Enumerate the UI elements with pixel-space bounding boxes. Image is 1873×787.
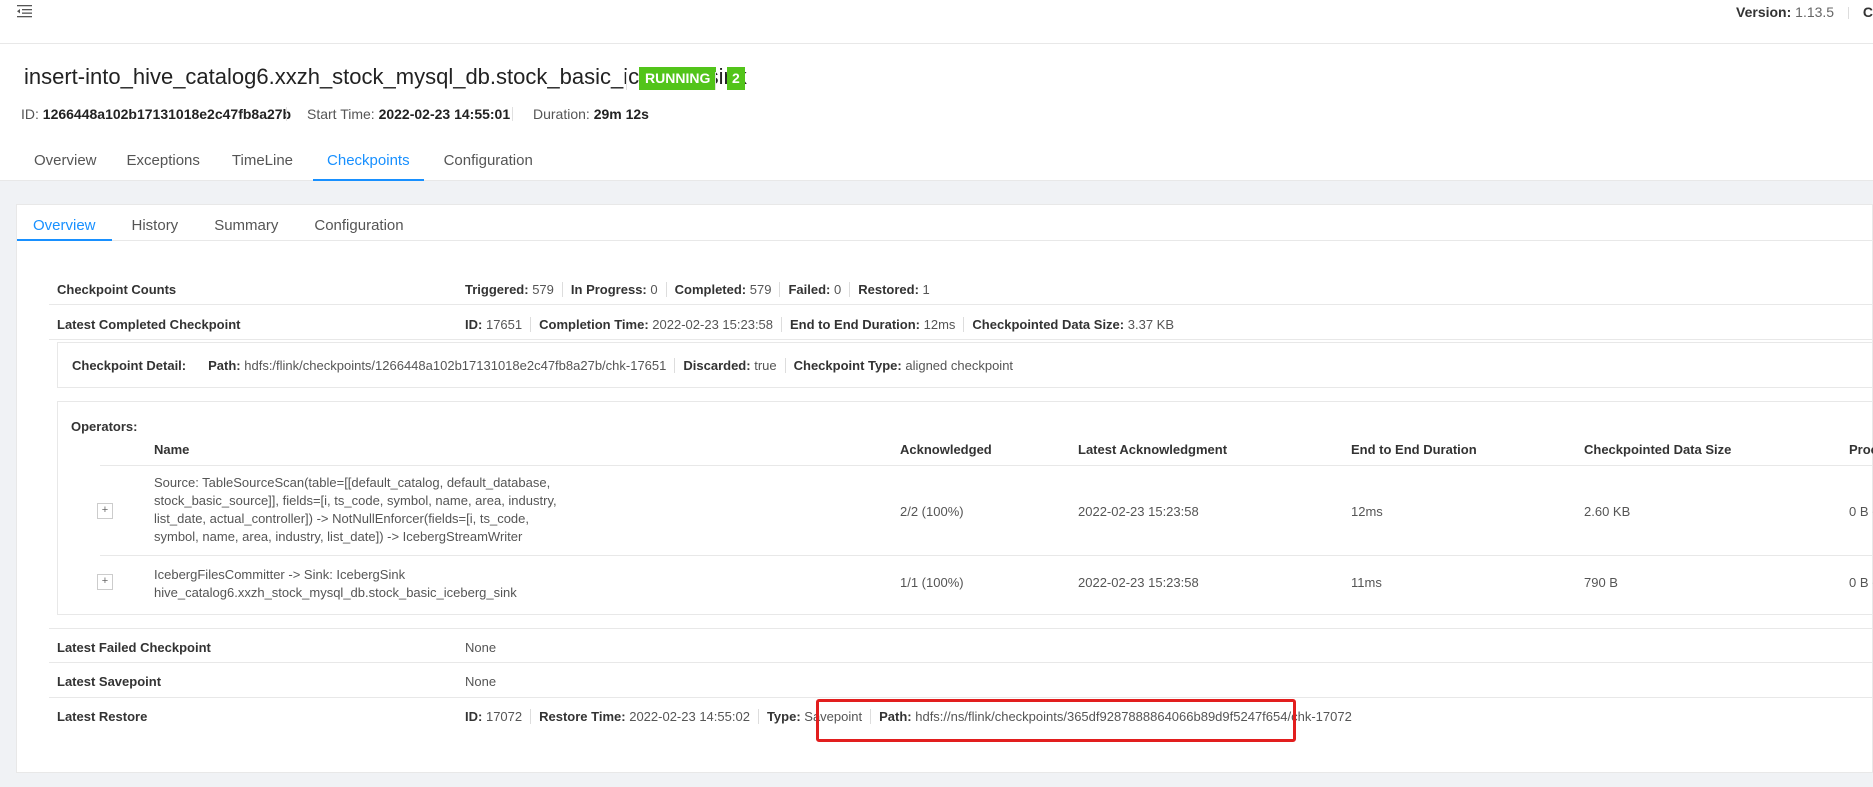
operator-processed: 0 B (0 B <box>1849 504 1873 519</box>
operator-data-size: 2.60 KB <box>1584 504 1631 519</box>
checkpoint-counts-values: Triggered: 579 In Progress: 0 Completed:… <box>465 282 938 297</box>
checkpoint-counts-row: Checkpoint Counts Triggered: 579 In Prog… <box>49 270 1873 305</box>
col-processed: Proces <box>1849 442 1873 457</box>
expand-row-button[interactable]: + <box>97 503 113 519</box>
col-data-size: Checkpointed Data Size <box>1584 442 1732 457</box>
operator-latest-ack: 2022-02-23 15:23:58 <box>1078 504 1199 519</box>
subtab-history[interactable]: History <box>116 205 195 241</box>
version-label: Version: <box>1736 4 1792 20</box>
operator-acknowledged: 2/2 (100%) <box>900 504 964 519</box>
tab-overview[interactable]: Overview <box>24 150 107 181</box>
subtab-overview[interactable]: Overview <box>17 205 112 241</box>
operator-duration: 12ms <box>1351 504 1383 519</box>
job-start-time: Start Time: 2022-02-23 14:55:01 <box>307 106 511 122</box>
menu-fold-icon[interactable] <box>16 2 33 19</box>
subtab-configuration[interactable]: Configuration <box>298 205 419 241</box>
operator-name: Source: TableSourceScan(table=[[default_… <box>154 475 557 544</box>
tab-exceptions[interactable]: Exceptions <box>115 150 212 181</box>
job-header: insert-into_hive_catalog6.xxzh_stock_mys… <box>0 44 1873 181</box>
latest-savepoint-row: Latest Savepoint None <box>49 663 1873 698</box>
latest-completed-row: Latest Completed Checkpoint ID: 17651 Co… <box>49 305 1873 340</box>
latest-savepoint-label: Latest Savepoint <box>57 674 162 689</box>
latest-failed-value: None <box>465 640 497 655</box>
version-info: Version: 1.13.5 C <box>1736 4 1873 20</box>
expand-row-button[interactable]: + <box>97 574 113 590</box>
col-e2e-duration: End to End Duration <box>1351 442 1477 457</box>
checkpoint-detail-path: hdfs:/flink/checkpoints/1266448a102b1713… <box>244 358 667 373</box>
latest-savepoint-value: None <box>465 674 497 689</box>
checkpoint-subtabs: Overview History Summary Configuration <box>17 205 1873 241</box>
operator-name: IcebergFilesCommitter -> Sink: IcebergSi… <box>154 567 517 600</box>
checkpoint-detail-box: Checkpoint Detail: Path: hdfs:/flink/che… <box>57 342 1873 388</box>
status-badge: RUNNING <box>639 67 717 90</box>
checkpoint-detail-label: Checkpoint Detail: <box>72 358 187 373</box>
tab-timeline[interactable]: TimeLine <box>220 150 305 181</box>
job-duration: Duration: 29m 12s <box>533 106 649 122</box>
latest-completed-label: Latest Completed Checkpoint <box>57 317 241 332</box>
operator-processed: 0 B (0 B <box>1849 575 1873 590</box>
operators-label: Operators: <box>71 419 138 434</box>
annotation-highlight-box <box>816 699 1296 742</box>
col-latest-ack: Latest Acknowledgment <box>1078 442 1228 457</box>
col-name: Name <box>154 442 190 457</box>
operator-duration: 11ms <box>1351 575 1382 590</box>
col-acknowledged: Acknowledged <box>900 442 992 457</box>
subtab-summary[interactable]: Summary <box>198 205 294 241</box>
job-id: ID: 1266448a102b17131018e2c47fb8a27b <box>21 106 292 122</box>
checkpoint-counts-label: Checkpoint Counts <box>57 282 177 297</box>
latest-completed-values: ID: 17651 Completion Time: 2022-02-23 15… <box>465 317 1182 332</box>
top-bar: Version: 1.13.5 C <box>0 0 1873 44</box>
parallelism-badge: 2 <box>727 67 745 90</box>
tab-checkpoints[interactable]: Checkpoints <box>313 150 424 181</box>
operators-box: Operators: Name Acknowledged Latest Ackn… <box>57 401 1873 615</box>
tab-configuration[interactable]: Configuration <box>432 150 545 181</box>
version-value: 1.13.5 <box>1795 4 1835 20</box>
latest-failed-row: Latest Failed Checkpoint None <box>49 628 1873 663</box>
latest-restore-label: Latest Restore <box>57 709 148 724</box>
operator-latest-ack: 2022-02-23 15:23:58 <box>1078 575 1199 590</box>
checkpoints-card: Overview History Summary Configuration C… <box>16 204 1873 773</box>
job-tabs: Overview Exceptions TimeLine Checkpoints… <box>24 150 553 181</box>
version-trailing: C <box>1862 4 1873 20</box>
operator-data-size: 790 B <box>1584 575 1618 590</box>
latest-failed-label: Latest Failed Checkpoint <box>57 640 211 655</box>
operator-acknowledged: 1/1 (100%) <box>900 575 964 590</box>
